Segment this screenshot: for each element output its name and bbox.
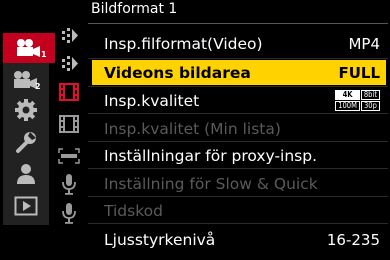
frame-rate-badge: 30p bbox=[360, 101, 380, 111]
film-strip-icon bbox=[59, 115, 79, 133]
row-divider bbox=[88, 168, 388, 169]
image-format-icon bbox=[62, 28, 78, 43]
bit-depth-badge: 8bit bbox=[360, 90, 380, 100]
category-sub-number: 1 bbox=[41, 50, 47, 59]
menu-item-label: Inställningar för proxy-insp. bbox=[104, 146, 318, 165]
microphone-icon bbox=[62, 203, 76, 224]
tab-audio-1[interactable] bbox=[54, 172, 84, 196]
category-sidebar: 1 2 bbox=[3, 33, 55, 225]
menu-item-label: Insp.kvalitet bbox=[104, 91, 200, 110]
sub-tab-column bbox=[54, 24, 84, 234]
wrench-icon bbox=[16, 132, 36, 153]
menu-item-label: Insp.kvalitet (Min lista) bbox=[104, 119, 281, 138]
gear-icon bbox=[15, 99, 37, 121]
person-icon bbox=[17, 164, 35, 184]
microphone-icon bbox=[62, 174, 76, 195]
tab-image-format-1[interactable] bbox=[54, 24, 84, 48]
menu-item-proxy-settings[interactable]: Inställningar för proxy-insp. bbox=[92, 143, 386, 168]
row-divider bbox=[88, 86, 388, 87]
menu-item-label: Tidskod bbox=[104, 201, 163, 220]
tab-audio-2[interactable] bbox=[54, 201, 84, 225]
film-strip-icon bbox=[59, 83, 79, 101]
menu-item-label: Inställning för Slow & Quick bbox=[104, 174, 318, 193]
playback-icon bbox=[14, 196, 38, 216]
image-format-icon bbox=[62, 56, 78, 71]
category-my-menu[interactable] bbox=[3, 159, 49, 189]
menu-item-time-code: Tidskod bbox=[92, 198, 386, 223]
tab-film-strip[interactable] bbox=[54, 112, 84, 136]
menu-item-slow-quick-setting: Inställning för Slow & Quick bbox=[92, 171, 386, 196]
row-divider bbox=[88, 58, 388, 59]
menu-item-label: Insp.filformat(Video) bbox=[104, 34, 263, 53]
header-divider bbox=[88, 23, 388, 24]
row-divider bbox=[88, 223, 388, 224]
rec-quality-badge: 4K 8bit 100M 30p bbox=[335, 90, 380, 111]
menu-item-rec-quality-my-list: Insp.kvalitet (Min lista) bbox=[92, 116, 386, 141]
menu-item-label: Ljusstyrkenivå bbox=[104, 230, 216, 249]
page-title: Bildformat 1 bbox=[91, 1, 178, 17]
category-playback[interactable] bbox=[3, 191, 49, 221]
camera-menu-screen: Bildformat 1 1 2 Insp.filformat(Video) M… bbox=[0, 0, 390, 260]
category-setup[interactable] bbox=[3, 127, 49, 157]
category-sub-number: 2 bbox=[35, 82, 41, 91]
row-divider bbox=[88, 113, 388, 114]
row-divider bbox=[88, 141, 388, 142]
category-video-2[interactable]: 2 bbox=[3, 65, 49, 95]
tab-focus[interactable] bbox=[54, 144, 84, 168]
category-custom[interactable] bbox=[3, 95, 49, 125]
menu-item-rec-file-format[interactable]: Insp.filformat(Video) MP4 bbox=[92, 31, 386, 56]
menu-item-value: FULL bbox=[338, 63, 380, 82]
menu-item-luminance-level[interactable]: Ljusstyrkenivå 16-235 bbox=[92, 227, 386, 252]
tab-image-format-2[interactable] bbox=[54, 52, 84, 76]
tab-film-strip-active[interactable] bbox=[54, 80, 84, 104]
menu-item-label: Videons bildarea bbox=[104, 63, 251, 82]
menu-item-value: 16-235 bbox=[326, 230, 380, 249]
video-camera-icon bbox=[17, 39, 40, 57]
menu-item-image-area-video[interactable]: Videons bildarea FULL bbox=[92, 60, 386, 85]
category-video-1[interactable]: 1 bbox=[3, 33, 55, 63]
bitrate-badge: 100M bbox=[335, 101, 360, 111]
menu-item-value: MP4 bbox=[348, 34, 380, 53]
row-divider bbox=[88, 196, 388, 197]
focus-icon bbox=[58, 148, 80, 164]
resolution-badge: 4K bbox=[335, 90, 360, 100]
menu-item-rec-quality[interactable]: Insp.kvalitet 4K 8bit 100M 30p bbox=[92, 88, 386, 113]
